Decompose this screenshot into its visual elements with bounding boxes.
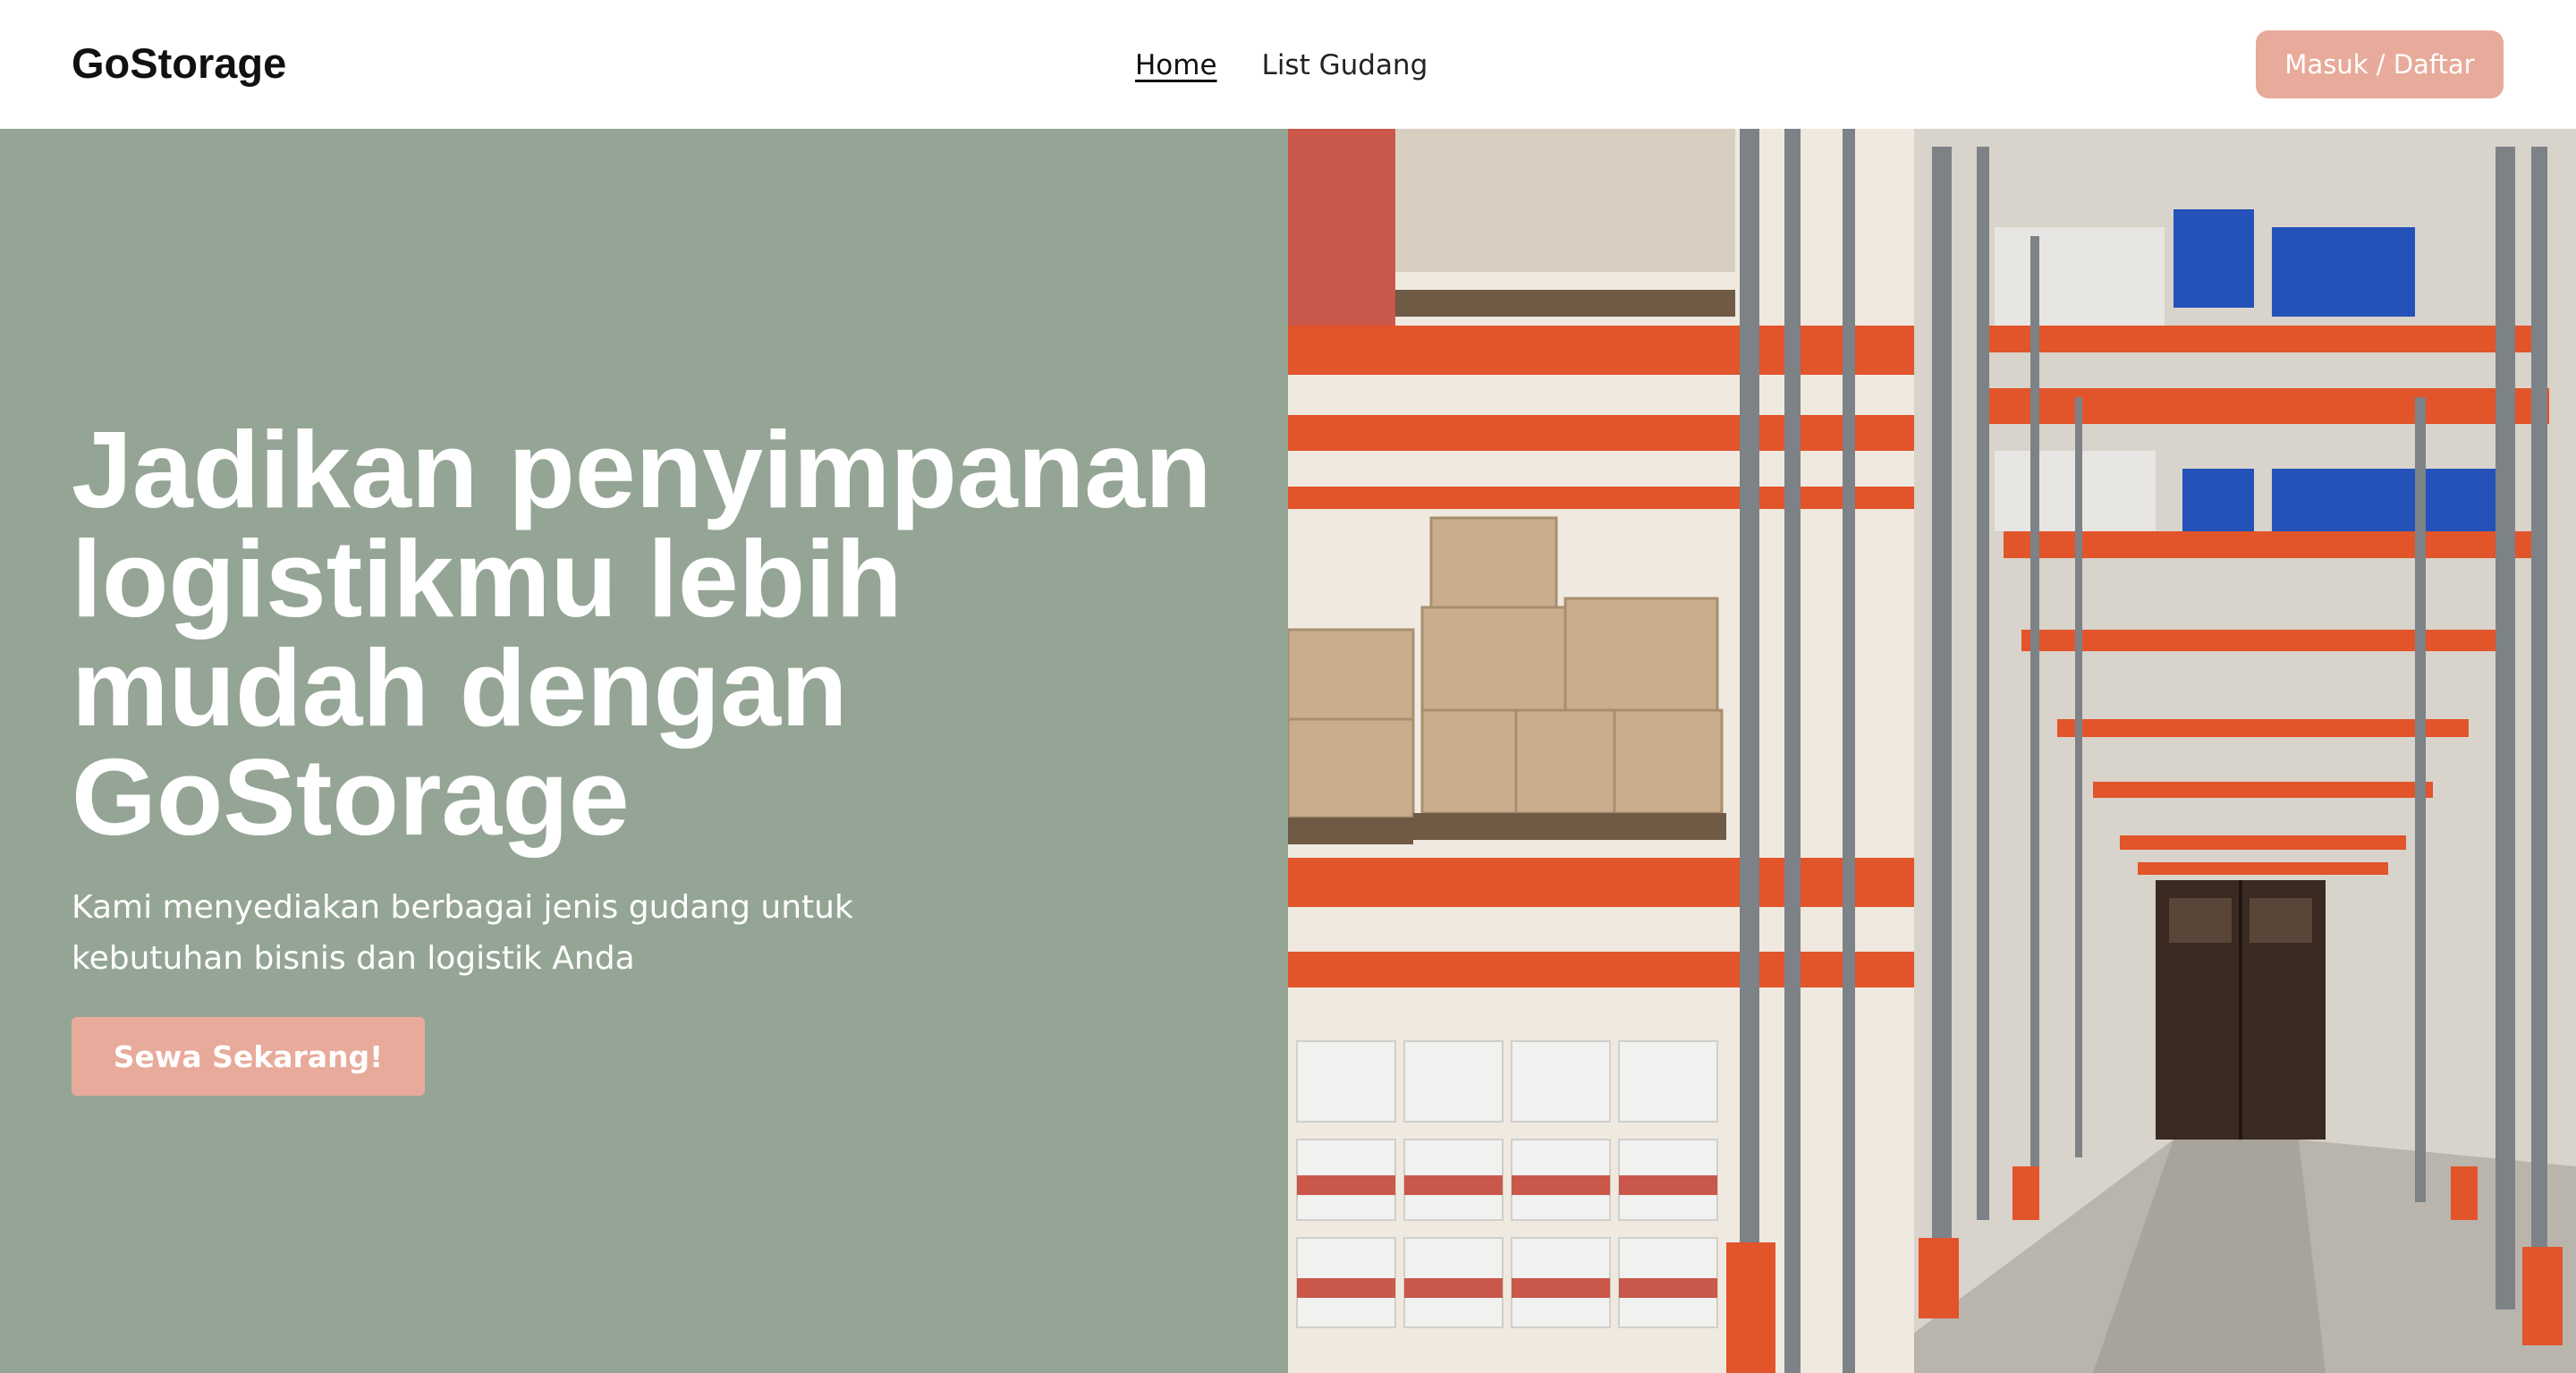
hero-text-panel: Jadikan penyimpanan logistikmu lebih mud… [0, 129, 1288, 1373]
warehouse-photo [1288, 129, 2576, 1373]
nav-link-list-gudang[interactable]: List Gudang [1262, 43, 1428, 88]
nav-link-home[interactable]: Home [1135, 43, 1217, 88]
rent-now-button[interactable]: Sewa Sekarang! [72, 1017, 425, 1096]
warehouse-image-illustration [1288, 129, 2576, 1373]
hero-subtitle: Kami menyediakan berbagai jenis gudang u… [72, 889, 853, 977]
navbar: GoStorage Home List Gudang Masuk / Dafta… [0, 0, 2576, 129]
login-register-button[interactable]: Masuk / Daftar [2256, 30, 2504, 98]
brand-logo[interactable]: GoStorage [72, 36, 286, 91]
nav-links: Home List Gudang [1135, 43, 1428, 88]
hero-section: Jadikan penyimpanan logistikmu lebih mud… [0, 129, 2576, 1373]
hero-title: Jadikan penyimpanan logistikmu lebih mud… [72, 409, 1212, 858]
